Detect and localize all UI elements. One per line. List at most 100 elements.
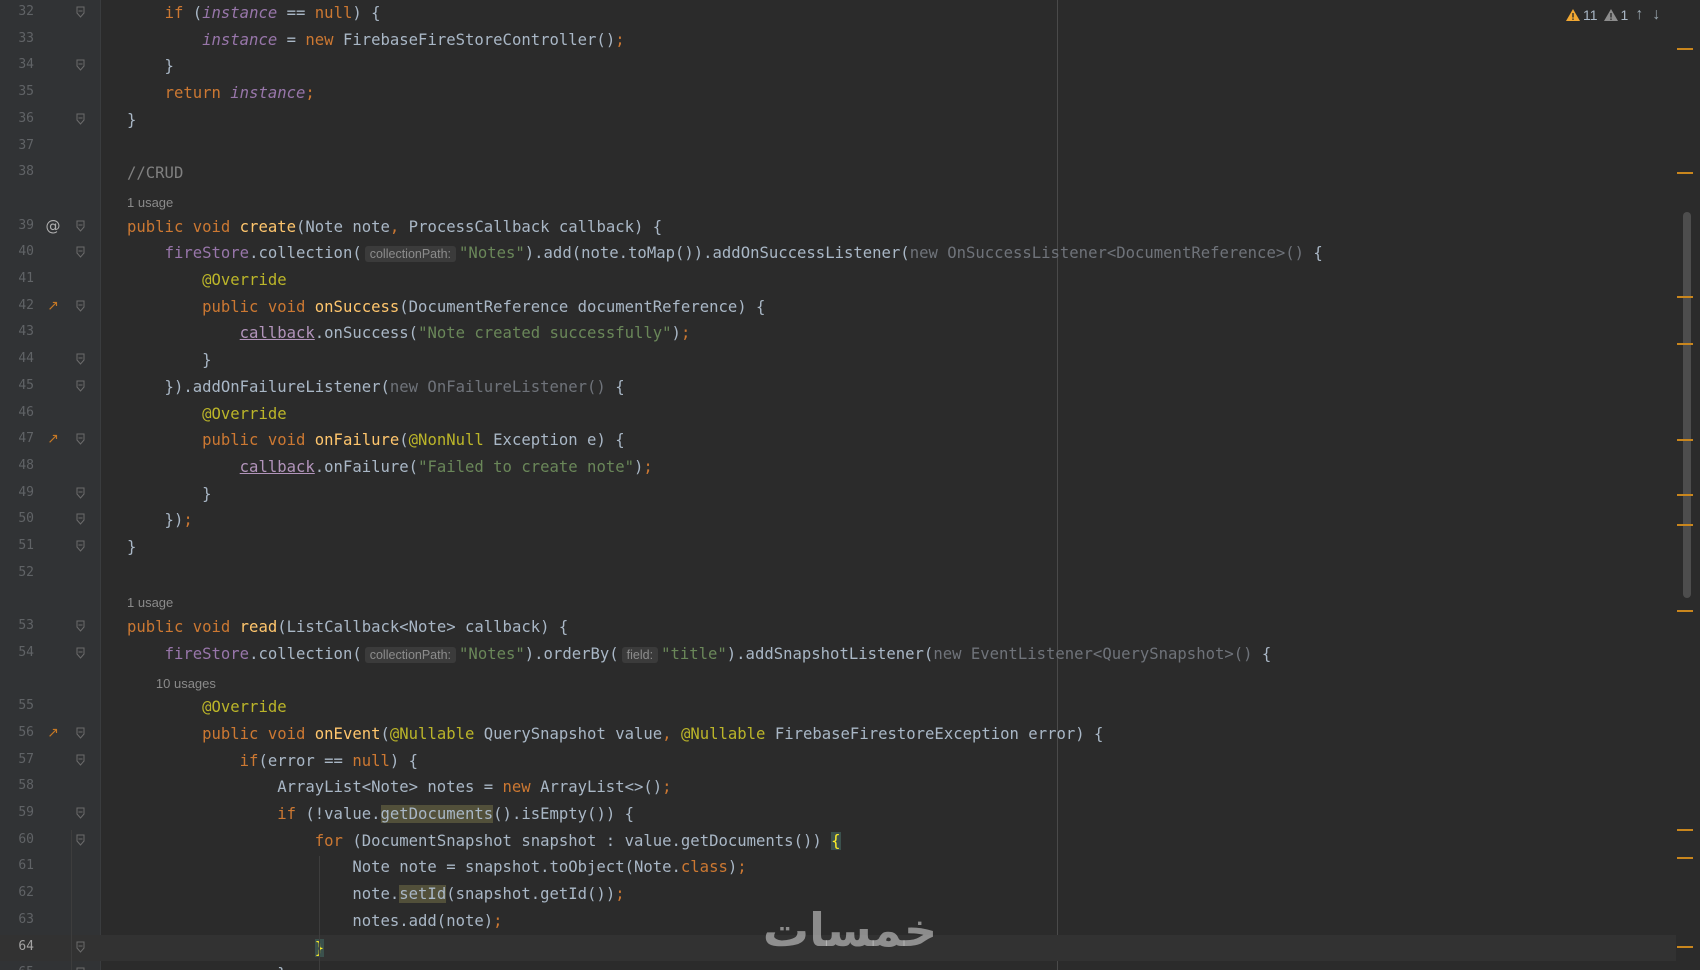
code-text[interactable]: notes.add(note); xyxy=(127,911,502,931)
code-text[interactable]: } xyxy=(127,938,325,958)
fold-marker-icon[interactable] xyxy=(76,380,85,392)
line-number[interactable]: 34 xyxy=(0,57,34,72)
usages-hint-text[interactable]: 1 usage xyxy=(127,593,173,613)
line-number[interactable]: 62 xyxy=(0,885,34,900)
line-number[interactable]: 38 xyxy=(0,164,34,179)
code-text[interactable]: callback.onSuccess("Note created success… xyxy=(127,323,691,343)
warning-stripe-marker[interactable] xyxy=(1677,946,1693,948)
code-line[interactable]: 46 @Override xyxy=(0,401,1680,427)
code-text[interactable]: instance = new FirebaseFireStoreControll… xyxy=(127,30,625,50)
code-text[interactable]: @Override xyxy=(127,270,287,290)
fold-marker-icon[interactable] xyxy=(76,727,85,739)
code-text[interactable]: @Override xyxy=(127,697,287,717)
line-number[interactable]: 36 xyxy=(0,111,34,126)
code-text[interactable]: if (instance == null) { xyxy=(127,3,381,23)
line-number[interactable]: 60 xyxy=(0,832,34,847)
code-line[interactable]: 45 }).addOnFailureListener(new OnFailure… xyxy=(0,374,1680,400)
line-number[interactable]: 64 xyxy=(0,939,34,954)
code-line[interactable]: 42 ↗ public void onSuccess(DocumentRefere… xyxy=(0,294,1680,320)
line-number[interactable]: 40 xyxy=(0,244,34,259)
code-text[interactable]: fireStore.collection(collectionPath: "Not… xyxy=(127,243,1323,264)
fold-marker-icon[interactable] xyxy=(76,487,85,499)
fold-marker-icon[interactable] xyxy=(76,834,85,846)
fold-marker-icon[interactable] xyxy=(76,433,85,445)
arrow-up-icon[interactable]: ↑ xyxy=(1633,6,1645,24)
code-line[interactable]: 38 //CRUD xyxy=(0,160,1680,186)
line-number[interactable]: 32 xyxy=(0,4,34,19)
code-line[interactable]: 55 @Override xyxy=(0,694,1680,720)
warning-stripe-marker[interactable] xyxy=(1677,610,1693,612)
line-number[interactable]: 65 xyxy=(0,965,34,970)
line-number[interactable]: 46 xyxy=(0,405,34,420)
arrow-down-icon[interactable]: ↓ xyxy=(1650,6,1662,24)
annotation-at-icon[interactable]: @ xyxy=(44,217,62,235)
code-text[interactable]: if (!value.getDocuments().isEmpty()) { xyxy=(127,804,634,824)
line-number[interactable]: 45 xyxy=(0,378,34,393)
fold-marker-icon[interactable] xyxy=(76,807,85,819)
code-text[interactable]: } xyxy=(127,964,286,970)
code-line[interactable]: 44 } xyxy=(0,347,1680,373)
fold-marker-icon[interactable] xyxy=(76,246,85,259)
code-line[interactable]: 58 ArrayList<Note> notes = new ArrayList… xyxy=(0,774,1680,800)
code-line[interactable]: 50 }); xyxy=(0,507,1680,533)
code-text[interactable]: Note note = snapshot.toObject(Note.class… xyxy=(127,857,746,877)
line-number[interactable]: 37 xyxy=(0,138,34,153)
line-number[interactable]: 57 xyxy=(0,752,34,767)
fold-marker-icon[interactable] xyxy=(76,540,85,552)
usages-hint-text[interactable]: 1 usage xyxy=(127,193,173,213)
code-editor[interactable]: 32 if (instance == null) { 33 instance = … xyxy=(0,0,1700,970)
code-text[interactable]: note.setId(snapshot.getId()); xyxy=(127,884,625,904)
line-number[interactable]: 53 xyxy=(0,618,34,633)
warning-stripe-marker[interactable] xyxy=(1677,829,1693,831)
code-text[interactable]: public void onFailure(@NonNull Exception… xyxy=(127,430,625,450)
line-number[interactable]: 61 xyxy=(0,858,34,873)
line-number[interactable]: 51 xyxy=(0,538,34,553)
code-text[interactable]: if(error == null) { xyxy=(127,751,418,771)
implements-method-icon[interactable]: ↗ xyxy=(44,724,62,742)
code-text[interactable]: ArrayList<Note> notes = new ArrayList<>(… xyxy=(127,777,671,797)
code-line[interactable]: 37 xyxy=(0,134,1680,160)
line-number[interactable]: 50 xyxy=(0,511,34,526)
warning-stripe-marker[interactable] xyxy=(1677,857,1693,859)
fold-marker-icon[interactable] xyxy=(76,6,85,18)
line-number[interactable]: 54 xyxy=(0,645,34,660)
code-line[interactable]: 53 public void read(ListCallback<Note> ca… xyxy=(0,614,1680,640)
code-line[interactable]: 33 instance = new FirebaseFireStoreContr… xyxy=(0,27,1680,53)
line-number[interactable]: 63 xyxy=(0,912,34,927)
code-line[interactable]: 47 ↗ public void onFailure(@NonNull Excep… xyxy=(0,427,1680,453)
code-line[interactable]: 51} xyxy=(0,534,1680,560)
line-number[interactable]: 39 xyxy=(0,218,34,233)
code-text[interactable]: fireStore.collection(collectionPath: "Not… xyxy=(127,644,1271,665)
code-text[interactable]: }); xyxy=(127,510,193,530)
line-number[interactable]: 58 xyxy=(0,778,34,793)
warning-stripe-marker[interactable] xyxy=(1677,439,1693,441)
line-number[interactable]: 42 xyxy=(0,298,34,313)
warning-stripe-marker[interactable] xyxy=(1677,343,1693,345)
warning-stripe-marker[interactable] xyxy=(1677,296,1693,298)
code-text[interactable]: } xyxy=(127,537,136,557)
line-number[interactable]: 35 xyxy=(0,84,34,99)
inspection-widget[interactable]: 11 1 ↑ ↓ xyxy=(1565,6,1662,24)
code-text[interactable]: } xyxy=(127,350,211,370)
code-text[interactable]: @Override xyxy=(127,404,287,424)
fold-marker-icon[interactable] xyxy=(76,300,85,312)
code-line[interactable]: 52 xyxy=(0,561,1680,587)
code-line[interactable]: 61 Note note = snapshot.toObject(Note.cl… xyxy=(0,854,1680,880)
line-number[interactable]: 55 xyxy=(0,698,34,713)
warning-stripe-marker[interactable] xyxy=(1677,48,1693,50)
warning-stripe-marker[interactable] xyxy=(1677,524,1693,526)
code-text[interactable]: public void onEvent(@Nullable QuerySnaps… xyxy=(127,724,1103,744)
code-text[interactable]: return instance; xyxy=(127,83,315,103)
code-line[interactable]: 40 fireStore.collection(collectionPath: "… xyxy=(0,240,1680,266)
usages-hint[interactable]: 1 usage xyxy=(0,187,1680,213)
fold-marker-icon[interactable] xyxy=(76,620,85,632)
code-text[interactable]: } xyxy=(127,110,136,130)
line-number[interactable]: 52 xyxy=(0,565,34,580)
warning-stripe-marker[interactable] xyxy=(1677,172,1693,174)
line-number[interactable]: 47 xyxy=(0,431,34,446)
code-line[interactable]: 54 fireStore.collection(collectionPath: "… xyxy=(0,641,1680,667)
fold-marker-icon[interactable] xyxy=(76,353,85,365)
line-number[interactable]: 49 xyxy=(0,485,34,500)
code-text[interactable]: for (DocumentSnapshot snapshot : value.g… xyxy=(127,831,841,851)
weak-warnings-counter[interactable]: 1 xyxy=(1603,7,1628,23)
